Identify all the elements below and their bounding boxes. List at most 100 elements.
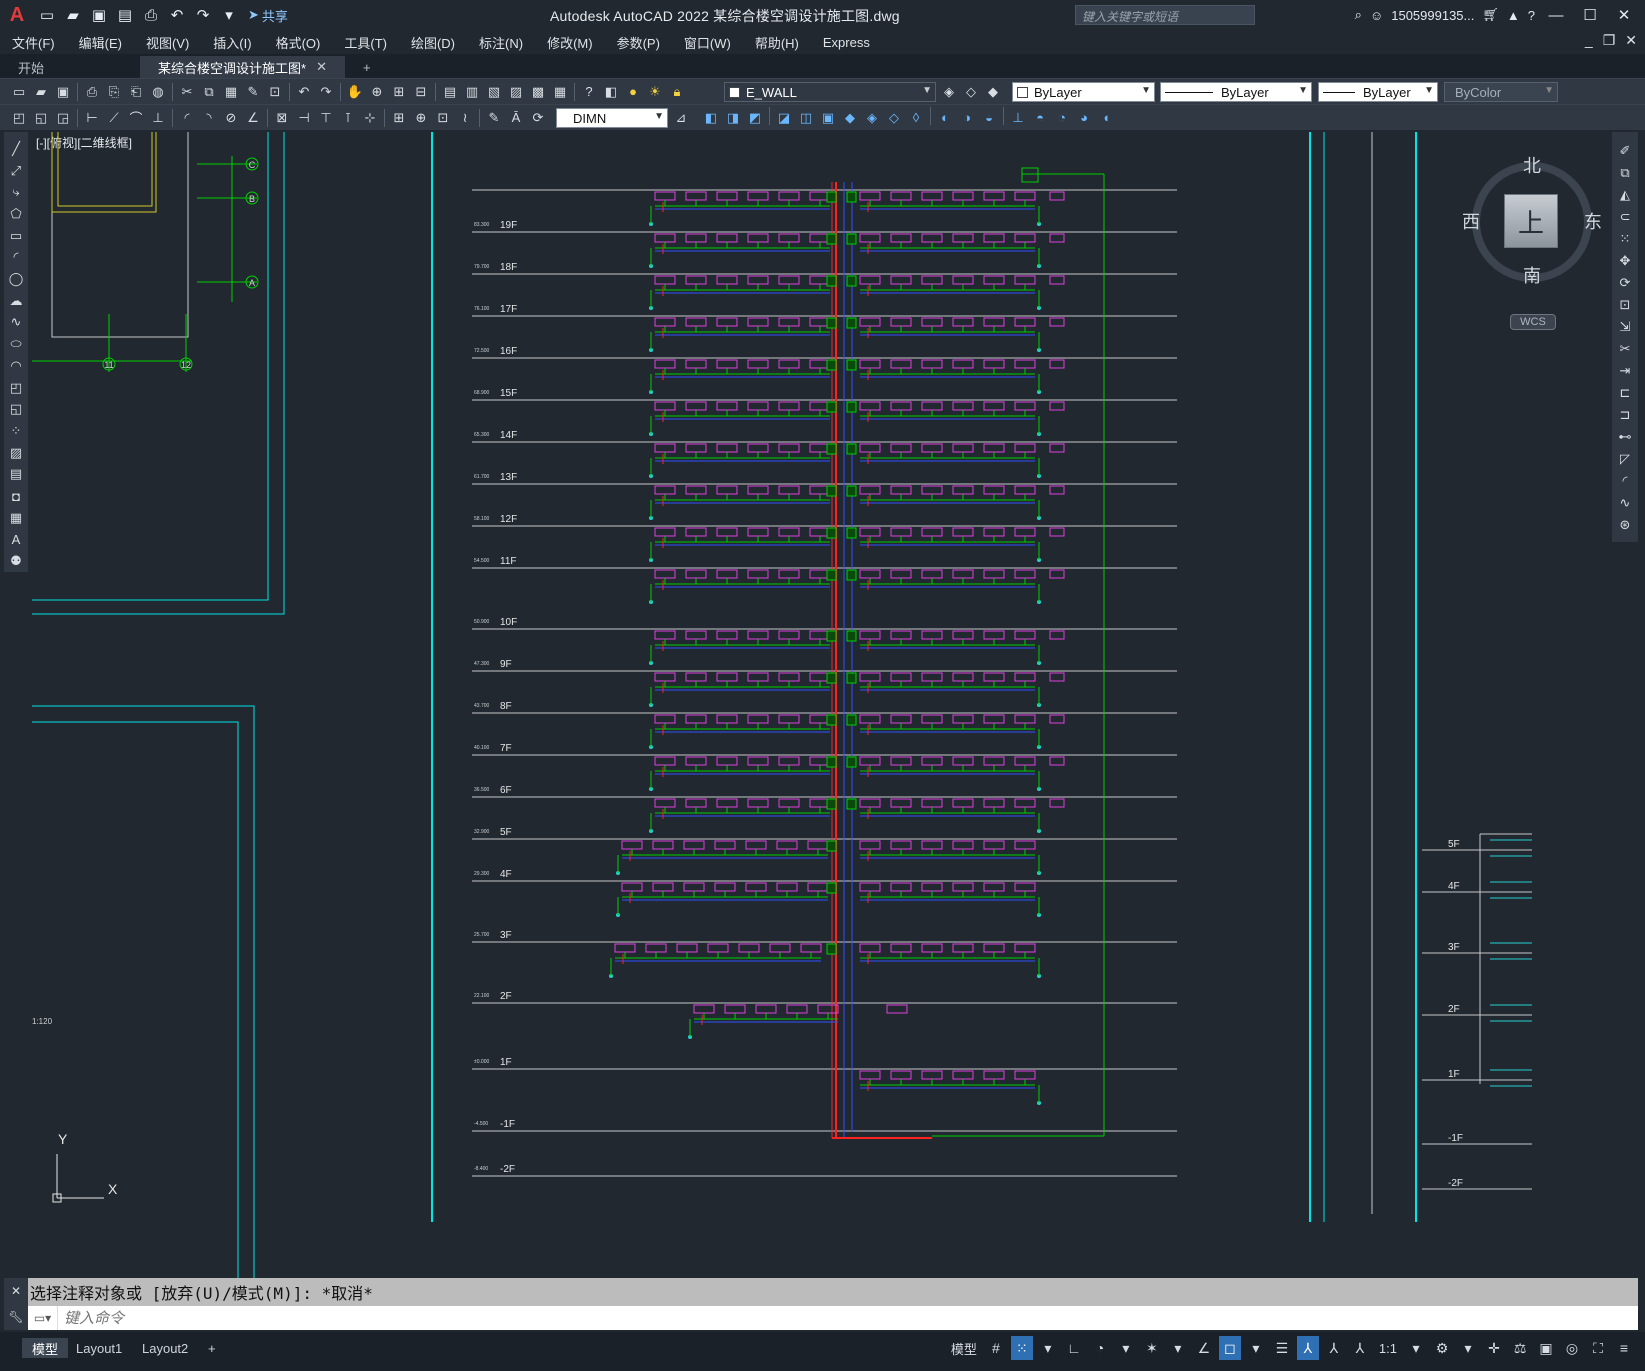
menu-draw[interactable]: 绘图(D) bbox=[399, 33, 467, 52]
doc-restore-button[interactable]: ❐ bbox=[1603, 32, 1616, 49]
share-button[interactable]: ➤ 共享 bbox=[248, 6, 288, 25]
offset-icon[interactable]: ⊂ bbox=[1614, 206, 1636, 228]
blend-curves-icon[interactable]: ∿ bbox=[1614, 492, 1636, 514]
linear-dim-icon[interactable]: ⊢ bbox=[81, 107, 103, 129]
chevron-down-icon[interactable]: ▾ bbox=[1457, 1336, 1479, 1360]
mtext-icon[interactable]: A bbox=[5, 529, 27, 551]
undo-icon[interactable]: ↶ bbox=[293, 81, 315, 103]
compass-west[interactable]: 西 bbox=[1462, 208, 1480, 234]
isodraft-icon[interactable]: ✶ bbox=[1141, 1336, 1163, 1360]
arc-length-icon[interactable]: ⌒ bbox=[125, 107, 147, 129]
redo-icon[interactable]: ↷ bbox=[192, 4, 214, 26]
menu-help[interactable]: 帮助(H) bbox=[743, 33, 811, 52]
chevron-down-icon[interactable]: ▾ bbox=[1405, 1336, 1427, 1360]
chevron-down-icon[interactable]: ▾ bbox=[1115, 1336, 1137, 1360]
menu-format[interactable]: 格式(O) bbox=[264, 33, 333, 52]
make-current-layer-icon[interactable]: ◈ bbox=[938, 81, 960, 103]
viewcube-top-face[interactable]: 上 bbox=[1504, 194, 1558, 248]
menu-view[interactable]: 视图(V) bbox=[134, 33, 201, 52]
lineweight-icon[interactable]: ☰ bbox=[1271, 1336, 1293, 1360]
open-icon[interactable]: ▰ bbox=[30, 81, 52, 103]
point-icon[interactable]: ⁘ bbox=[5, 420, 27, 442]
annotation-monitor-icon[interactable]: ✛ bbox=[1483, 1336, 1505, 1360]
break-at-point-icon[interactable]: ⊏ bbox=[1614, 382, 1636, 404]
insert-block-icon[interactable]: ◰ bbox=[5, 377, 27, 399]
annotation-visibility-icon[interactable]: ⅄ bbox=[1296, 1336, 1319, 1360]
clean-screen-icon[interactable]: ⛶ bbox=[1587, 1336, 1609, 1360]
layout-tab-layout2[interactable]: Layout2 bbox=[132, 1338, 198, 1358]
view-ne-iso-icon[interactable]: ◇ bbox=[883, 107, 905, 129]
command-prompt-icon[interactable]: ▭▾ bbox=[28, 1306, 58, 1330]
block-icon[interactable]: ◰ bbox=[8, 107, 30, 129]
hatch-icon[interactable]: ▨ bbox=[5, 442, 27, 464]
layer-previous-icon[interactable]: ◇ bbox=[960, 81, 982, 103]
calculator-icon[interactable]: ▦ bbox=[549, 81, 571, 103]
gradient-icon[interactable]: ▤ bbox=[5, 464, 27, 486]
revision-cloud-icon[interactable]: ☁︎ bbox=[5, 290, 27, 312]
fillet-icon[interactable]: ◜ bbox=[1614, 470, 1636, 492]
publish-icon[interactable]: ⎗ bbox=[125, 81, 147, 103]
view-top-icon[interactable]: ◧ bbox=[700, 107, 722, 129]
line-icon[interactable]: ╱ bbox=[5, 138, 27, 160]
snap-mode-icon[interactable]: ⁙ bbox=[1010, 1336, 1033, 1360]
save-icon[interactable]: ▣ bbox=[52, 81, 74, 103]
command-input[interactable] bbox=[64, 1309, 1464, 1327]
help-icon[interactable]: ? bbox=[578, 81, 600, 103]
mirror-icon[interactable]: ◭ bbox=[1614, 184, 1636, 206]
tolerance-icon[interactable]: ⊞ bbox=[388, 107, 410, 129]
dimstyle-dropdown[interactable]: DIMN ▼ bbox=[556, 108, 668, 128]
ellipse-icon[interactable]: ⬭ bbox=[5, 333, 27, 355]
menu-tools[interactable]: 工具(T) bbox=[332, 33, 399, 52]
open-file-icon[interactable]: ▰ bbox=[62, 4, 84, 26]
menu-parametric[interactable]: 参数(P) bbox=[605, 33, 672, 52]
layer-properties-icon[interactable]: ◧ bbox=[600, 81, 622, 103]
circle-icon[interactable]: ◯ bbox=[5, 268, 27, 290]
jogged-dim-icon[interactable]: ◝ bbox=[198, 107, 220, 129]
dim-edit-icon[interactable]: ✎ bbox=[483, 107, 505, 129]
save-icon[interactable]: ▣ bbox=[88, 4, 110, 26]
linetype-dropdown[interactable]: ByLayer ▼ bbox=[1160, 82, 1312, 102]
markup-icon[interactable]: ▩ bbox=[527, 81, 549, 103]
extend-icon[interactable]: ⇥ bbox=[1614, 360, 1636, 382]
cut-icon[interactable]: ✂ bbox=[176, 81, 198, 103]
visual-style-2d-icon[interactable]: ◐ bbox=[934, 107, 956, 129]
compass-north[interactable]: 北 bbox=[1523, 152, 1541, 178]
properties-icon[interactable]: ▤ bbox=[439, 81, 461, 103]
new-tab-button[interactable]: + bbox=[345, 56, 389, 78]
add-selected-icon[interactable]: ⚉ bbox=[5, 550, 27, 572]
tool-palettes-icon[interactable]: ▧ bbox=[483, 81, 505, 103]
layout-tab-model[interactable]: 模型 bbox=[22, 1338, 69, 1358]
inspect-icon[interactable]: ⊡ bbox=[432, 107, 454, 129]
menu-express[interactable]: Express bbox=[811, 35, 882, 50]
ortho-icon[interactable]: ∟ bbox=[1063, 1336, 1085, 1360]
make-block-icon[interactable]: ◱ bbox=[5, 398, 27, 420]
visual-style-3d-icon[interactable]: ◑ bbox=[956, 107, 978, 129]
compass-south[interactable]: 南 bbox=[1523, 262, 1541, 288]
copy-icon[interactable]: ⧉ bbox=[198, 81, 220, 103]
view-se-iso-icon[interactable]: ◈ bbox=[861, 107, 883, 129]
grid-icon[interactable]: # bbox=[985, 1336, 1007, 1360]
trim-icon[interactable]: ✂ bbox=[1614, 338, 1636, 360]
view-back-icon[interactable]: ▣ bbox=[817, 107, 839, 129]
view-sw-iso-icon[interactable]: ◆ bbox=[839, 107, 861, 129]
region-icon[interactable]: ◘ bbox=[5, 485, 27, 507]
zoom-window-icon[interactable]: ⊞ bbox=[388, 81, 410, 103]
workspace-gear-icon[interactable]: ⚙ bbox=[1431, 1336, 1453, 1360]
explode-icon[interactable]: ⊛ bbox=[1614, 514, 1636, 536]
view-front-icon[interactable]: ◫ bbox=[795, 107, 817, 129]
menu-edit[interactable]: 编辑(E) bbox=[67, 33, 134, 52]
preview-icon[interactable]: ⎘ bbox=[103, 81, 125, 103]
match-properties-icon[interactable]: ✎ bbox=[242, 81, 264, 103]
erase-icon[interactable]: ✐ bbox=[1614, 140, 1636, 162]
viewcube[interactable]: 上 北 南 西 东 WCS bbox=[1462, 152, 1602, 330]
object-snap-icon[interactable]: ◻ bbox=[1218, 1336, 1241, 1360]
construction-line-icon[interactable]: ⤢ bbox=[5, 160, 27, 182]
layer-freeze-icon[interactable]: ☀ bbox=[644, 81, 666, 103]
view-bottom-icon[interactable]: ◨ bbox=[722, 107, 744, 129]
zoom-realtime-icon[interactable]: ⊕ bbox=[366, 81, 388, 103]
customize-quick-access-icon[interactable]: ▾ bbox=[218, 4, 240, 26]
chevron-down-icon[interactable]: ▾ bbox=[1245, 1336, 1267, 1360]
menu-dimension[interactable]: 标注(N) bbox=[467, 33, 535, 52]
chevron-down-icon[interactable]: ▾ bbox=[1167, 1336, 1189, 1360]
ucs-previous-icon[interactable]: ◔ bbox=[1051, 107, 1073, 129]
